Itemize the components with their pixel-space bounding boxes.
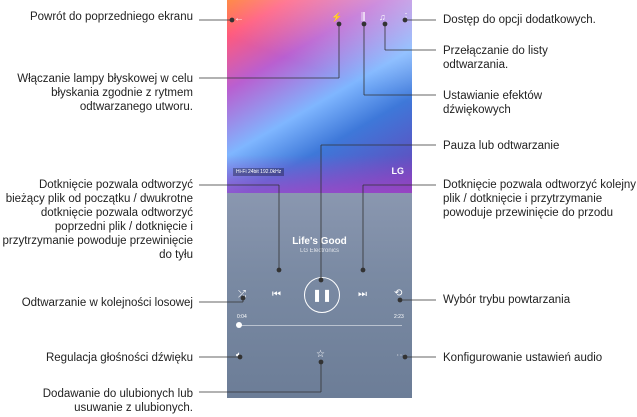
callout-shuffle: Odtwarzanie w kolejności losowej bbox=[21, 297, 193, 309]
back-arrow-icon[interactable]: ← bbox=[234, 13, 244, 24]
next-button[interactable]: ⏭ bbox=[358, 290, 367, 300]
hifi-badge: Hi-Fi 24bit 192.0kHz bbox=[233, 168, 285, 176]
callout-pause: Pauza lub odtwarzanie bbox=[443, 140, 560, 152]
callout-effects: Ustawianie efektów dźwiękowych bbox=[443, 90, 543, 116]
callout-audio: Konfigurowanie ustawień audio bbox=[443, 352, 603, 364]
song-title: Life's Good bbox=[292, 236, 347, 247]
brand-logo: LG bbox=[391, 166, 405, 176]
music-player-screen: Hi-Fi 24bit 192.0kHz LG ← ⚡ ⫼ ♫ ⋮ bbox=[227, 0, 412, 398]
callout-back: Powrót do poprzedniego ekranu bbox=[29, 11, 193, 23]
seek-bar[interactable] bbox=[237, 325, 402, 326]
artist-name: LG Electronics bbox=[299, 248, 339, 254]
callout-flash: Włączanie lampy błyskowej w celu błyskan… bbox=[17, 73, 193, 113]
previous-button[interactable]: ⏮ bbox=[272, 290, 281, 300]
audio-settings-icon[interactable]: ⋯ bbox=[396, 351, 406, 361]
repeat-icon[interactable]: ⟲ bbox=[394, 289, 402, 299]
more-options-icon[interactable]: ⋮ bbox=[401, 12, 411, 23]
volume-icon[interactable]: 🔈︎ bbox=[236, 351, 242, 361]
callout-repeat: Wybór trybu powtarzania bbox=[443, 294, 571, 306]
callout-more: Dostęp do opcji dodatkowych. bbox=[443, 14, 596, 26]
callout-next: Dotknięcie pozwala odtworzyć kolejny pli… bbox=[443, 179, 637, 219]
time-elapsed: 0:04 bbox=[237, 314, 247, 320]
callout-playlist: Przełączanie do listy odtwarzania. bbox=[443, 45, 548, 71]
shuffle-icon[interactable]: ⤮ bbox=[238, 290, 246, 300]
favorite-star-icon[interactable]: ☆ bbox=[316, 350, 325, 360]
flash-icon[interactable]: ⚡ bbox=[331, 12, 342, 23]
play-pause-button[interactable]: ❚❚ bbox=[304, 277, 340, 313]
equalizer-icon[interactable]: ⫼ bbox=[361, 12, 366, 23]
callout-favorite: Dodawanie do ulubionych lub usuwanie z u… bbox=[42, 388, 193, 414]
time-total: 2:23 bbox=[394, 314, 404, 320]
seek-handle[interactable] bbox=[236, 322, 242, 328]
playlist-icon[interactable]: ♫ bbox=[379, 12, 386, 22]
callout-volume: Regulacja głośności dźwięku bbox=[45, 352, 193, 364]
callout-previous: Dotknięcie pozwala odtworzyć bieżący pli… bbox=[2, 179, 193, 261]
